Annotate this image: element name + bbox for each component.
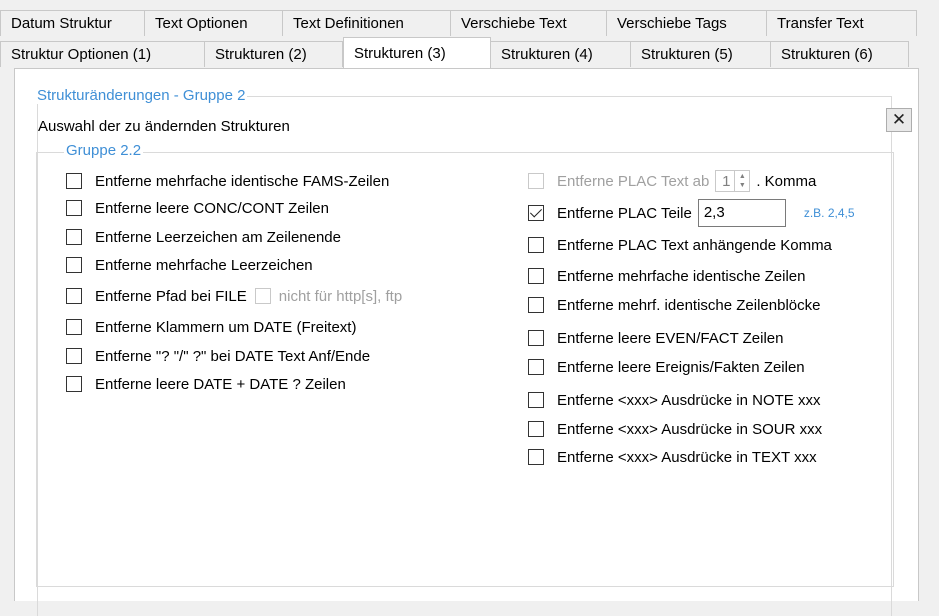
option-xxx-note[interactable]: Entferne <xxx> Ausdrücke in NOTE xxx [528,389,820,411]
plac-teile-hint: z.B. 2,4,5 [803,206,855,220]
checkbox[interactable] [528,205,544,221]
checkbox[interactable] [254,288,271,304]
option-date-quotes[interactable]: Entferne "? "/" ?" bei DATE Text Anf/End… [66,345,370,367]
option-trailing-spaces[interactable]: Entferne Leerzeichen am Zeilenende [66,226,341,248]
spinner-value: 1 [722,172,731,190]
checkbox[interactable] [66,200,82,216]
option-label: Entferne Klammern um DATE (Freitext) [95,318,357,336]
spinner-down-icon[interactable]: ▼ [739,181,746,190]
checkbox[interactable] [66,257,82,273]
option-file-path[interactable]: Entferne Pfad bei FILE nicht für http[s]… [66,285,402,307]
tab-strukturen-2[interactable]: Strukturen (2) [205,41,343,67]
option-label: Entferne leere DATE + DATE ? Zeilen [95,375,346,393]
option-label: Entferne "? "/" ?" bei DATE Text Anf/End… [95,347,371,365]
option-plac-text[interactable]: Entferne PLAC Text ab 1 ▲ ▼ . Komma [528,170,816,192]
option-empty-even-fact[interactable]: Entferne leere EVEN/FACT Zeilen [528,327,784,349]
option-label: Entferne leere Ereignis/Fakten Zeilen [557,358,805,376]
option-label: Entferne <xxx> Ausdrücke in TEXT xxx [557,448,817,466]
option-label: Entferne mehrf. identische Zeilenblöcke [557,296,821,314]
option-label: Entferne mehrfache identische FAMS-Zeile… [95,172,390,190]
checkbox[interactable] [66,376,82,392]
option-empty-events[interactable]: Entferne leere Ereignis/Fakten Zeilen [528,356,805,378]
close-icon: ✕ [891,110,907,129]
option-label: Entferne mehrfache identische Zeilen [557,267,806,285]
option-multiple-spaces[interactable]: Entferne mehrfache Leerzeichen [66,254,313,276]
option-plac-trailing-comma[interactable]: Entferne PLAC Text anhängende Komma [528,234,832,256]
checkbox[interactable] [66,319,82,335]
option-plac-teile[interactable]: Entferne PLAC Teile 2,3 z.B. 2,4,5 [528,199,855,227]
tab-verschiebe-tags[interactable]: Verschiebe Tags [607,10,767,36]
checkbox[interactable] [528,268,544,284]
option-label: Entferne mehrfache Leerzeichen [95,256,313,274]
checkbox[interactable] [528,421,544,437]
spinner-up-icon[interactable]: ▲ [739,172,746,181]
plac-text-suffix: . Komma [756,172,817,190]
checkbox[interactable] [528,449,544,465]
checkbox[interactable] [528,297,544,313]
tab-text-optionen[interactable]: Text Optionen [145,10,283,36]
option-empty-conc-cont[interactable]: Entferne leere CONC/CONT Zeilen [66,197,329,219]
tab-strukturen-5[interactable]: Strukturen (5) [631,41,771,67]
checkbox[interactable] [528,392,544,408]
close-button[interactable]: ✕ [886,108,912,132]
option-label: Entferne Pfad bei FILE [95,287,247,305]
tab-struktur-optionen-1[interactable]: Struktur Optionen (1) [0,41,205,67]
checkbox[interactable] [528,173,544,189]
structure-subtitle: Auswahl der zu ändernden Strukturen [38,115,290,137]
checkbox[interactable] [66,229,82,245]
checkbox[interactable] [66,288,82,304]
plac-teile-input[interactable]: 2,3 [697,199,786,227]
option-label: Entferne <xxx> Ausdrücke in SOUR xxx [557,420,823,438]
tab-strukturen-6[interactable]: Strukturen (6) [771,41,909,67]
checkbox[interactable] [528,237,544,253]
checkbox[interactable] [66,173,82,189]
tab-verschiebe-text[interactable]: Verschiebe Text [451,10,607,36]
option-label: Entferne leere EVEN/FACT Zeilen [557,329,784,347]
option-xxx-sour[interactable]: Entferne <xxx> Ausdrücke in SOUR xxx [528,418,822,440]
subtitle-text: Auswahl der zu ändernden Strukturen [38,117,290,135]
option-duplicate-blocks[interactable]: Entferne mehrf. identische Zeilenblöcke [528,294,820,316]
option-xxx-text[interactable]: Entferne <xxx> Ausdrücke in TEXT xxx [528,446,817,468]
group-inner-title: Gruppe 2.2 [64,142,144,159]
tab-transfer-text[interactable]: Transfer Text [767,10,917,36]
tab-row-1: Datum Struktur Text Optionen Text Defini… [0,10,917,37]
tab-strukturen-4[interactable]: Strukturen (4) [491,41,631,67]
option-label: Entferne leere CONC/CONT Zeilen [95,199,329,217]
checkbox[interactable] [528,359,544,375]
option-fams-duplicates[interactable]: Entferne mehrfache identische FAMS-Zeile… [66,170,389,192]
checkbox[interactable] [66,348,82,364]
file-suboption-label: nicht für http[s], ftp [278,287,403,305]
option-label: Entferne <xxx> Ausdrücke in NOTE xxx [557,391,821,409]
option-empty-date[interactable]: Entferne leere DATE + DATE ? Zeilen [66,373,346,395]
tab-datum-struktur[interactable]: Datum Struktur [0,10,145,36]
tab-text-definitionen[interactable]: Text Definitionen [283,10,451,36]
option-date-brackets[interactable]: Entferne Klammern um DATE (Freitext) [66,316,356,338]
checkbox[interactable] [528,330,544,346]
tab-row-2: Struktur Optionen (1) Strukturen (2) Str… [0,37,909,68]
option-label: Entferne PLAC Text anhängende Komma [557,236,832,254]
option-label: Entferne PLAC Teile [557,204,692,222]
group-outer-title: Strukturänderungen - Gruppe 2 [35,87,248,104]
option-duplicate-lines[interactable]: Entferne mehrfache identische Zeilen [528,265,805,287]
plac-text-spinner[interactable]: 1 ▲ ▼ [715,170,751,192]
option-label: Entferne PLAC Text ab [557,172,710,190]
tab-strukturen-3[interactable]: Strukturen (3) [343,37,491,68]
file-suboption[interactable]: nicht für http[s], ftp [254,287,403,305]
option-label: Entferne Leerzeichen am Zeilenende [95,228,341,246]
